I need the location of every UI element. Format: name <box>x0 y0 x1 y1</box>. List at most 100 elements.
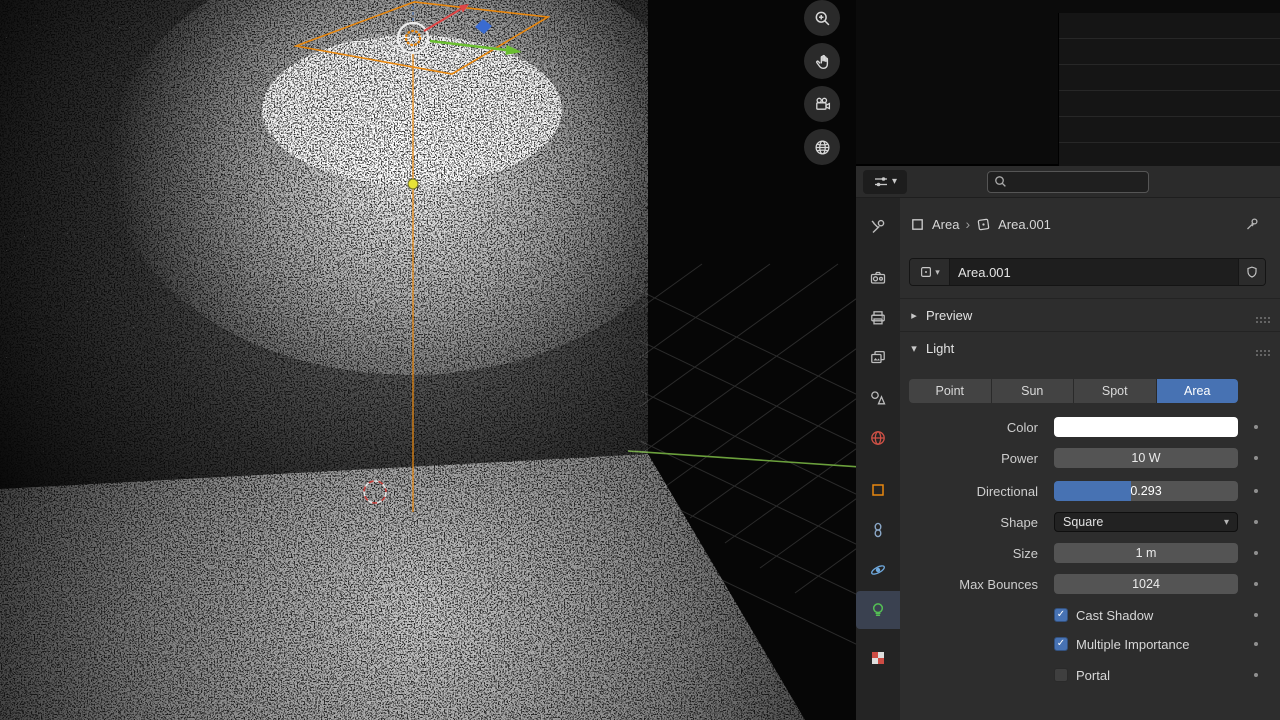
breadcrumb-data-label: Area.001 <box>998 217 1051 232</box>
props-tab-world[interactable] <box>856 419 900 457</box>
portal-checkbox[interactable]: ✓ <box>1054 668 1068 682</box>
panel-separator <box>900 331 1280 332</box>
outliner-panel[interactable] <box>856 0 1280 166</box>
preview-panel-header[interactable]: ▸ Preview <box>900 303 1280 328</box>
props-tab-render[interactable] <box>856 259 900 297</box>
object-orange-square-icon <box>869 481 887 499</box>
render-camera-icon <box>869 269 887 287</box>
directional-value: 0.293 <box>1054 481 1238 501</box>
scene-icon <box>869 389 887 407</box>
size-field[interactable]: 1 m <box>1054 543 1238 563</box>
props-tab-physics[interactable] <box>856 551 900 589</box>
expanded-arrow-icon: ▾ <box>908 342 920 355</box>
power-row: Power 10 W <box>908 447 1238 469</box>
3d-viewport[interactable] <box>0 0 856 720</box>
shape-dropdown[interactable]: Square ▾ <box>1054 512 1238 532</box>
properties-tab-strip <box>856 198 900 720</box>
zoom-button[interactable] <box>804 0 840 36</box>
fake-user-button[interactable] <box>1238 259 1265 285</box>
grip-dots-icon <box>1255 316 1271 324</box>
check-icon: ✓ <box>1057 639 1065 649</box>
constraints-chain-icon <box>869 521 887 539</box>
pan-button[interactable] <box>804 43 840 79</box>
world-globe-icon <box>869 429 887 447</box>
multiple-importance-checkbox[interactable]: ✓ <box>1054 637 1068 651</box>
props-tab-output[interactable] <box>856 299 900 337</box>
light-type-area[interactable]: Area <box>1156 379 1239 403</box>
props-tab-object[interactable] <box>856 471 900 509</box>
editor-type-button[interactable]: ▾ <box>863 170 907 194</box>
keyframe-dot[interactable] <box>1254 456 1258 460</box>
search-box[interactable] <box>987 171 1149 193</box>
viewport-scene <box>0 0 856 720</box>
color-row: Color <box>908 416 1238 438</box>
keyframe-dot[interactable] <box>1254 582 1258 586</box>
size-row: Size 1 m <box>908 542 1238 564</box>
panel-separator <box>900 298 1280 299</box>
search-input[interactable] <box>1012 175 1142 189</box>
datablock-type-button[interactable]: ▾ <box>910 259 950 285</box>
preview-panel-label: Preview <box>926 308 972 323</box>
outliner-empty-rows <box>1058 13 1280 177</box>
cast-shadow-label: Cast Shadow <box>1076 608 1153 623</box>
view-layer-icon <box>869 349 887 367</box>
grip-dots-icon <box>1255 349 1271 357</box>
properties-editor-icon <box>873 174 889 190</box>
breadcrumb-separator: › <box>965 216 970 232</box>
light-type-spot[interactable]: Spot <box>1073 379 1156 403</box>
collapsed-arrow-icon: ▸ <box>908 309 920 322</box>
datablock-name-input[interactable] <box>950 265 1238 280</box>
max-bounces-field[interactable]: 1024 <box>1054 574 1238 594</box>
directional-slider[interactable]: 0.293 <box>1054 481 1238 501</box>
light-target-dot <box>408 179 418 189</box>
pin-button[interactable] <box>1244 216 1260 235</box>
panel-grip-handle[interactable] <box>1255 312 1271 327</box>
view-toggle-button[interactable] <box>804 129 840 165</box>
keyframe-dot[interactable] <box>1254 425 1258 429</box>
shape-label: Shape <box>908 515 1046 530</box>
keyframe-dot[interactable] <box>1254 489 1258 493</box>
props-tab-texture[interactable] <box>856 639 900 677</box>
multiple-importance-row: ✓ Multiple Importance <box>908 633 1238 655</box>
pin-icon <box>1244 216 1260 232</box>
light-panel-header[interactable]: ▾ Light <box>900 336 1280 361</box>
props-tab-scene[interactable] <box>856 379 900 417</box>
camera-icon <box>814 96 831 113</box>
panel-grip-handle[interactable] <box>1255 345 1271 360</box>
keyframe-dot[interactable] <box>1254 551 1258 555</box>
props-tab-tool[interactable] <box>856 208 900 246</box>
properties-editor: ▾ <box>856 166 1280 720</box>
max-bounces-row: Max Bounces 1024 <box>908 573 1238 595</box>
cast-shadow-checkbox[interactable]: ✓ <box>1054 608 1068 622</box>
light-settings: Color Power 10 W Directional 0.293 <box>900 416 1280 686</box>
keyframe-dot[interactable] <box>1254 520 1258 524</box>
size-label: Size <box>908 546 1046 561</box>
light-type-sun[interactable]: Sun <box>991 379 1074 403</box>
grid-sphere-icon <box>814 139 831 156</box>
props-tab-constraints[interactable] <box>856 511 900 549</box>
hand-icon <box>814 53 831 70</box>
tool-icon <box>869 218 887 236</box>
light-type-tabs: Point Sun Spot Area <box>909 379 1238 403</box>
chevron-down-icon: ▾ <box>892 176 897 187</box>
light-type-point[interactable]: Point <box>909 379 991 403</box>
area-light-icon <box>919 265 933 279</box>
portal-label: Portal <box>1076 668 1110 683</box>
power-field[interactable]: 10 W <box>1054 448 1238 468</box>
light-panel-label: Light <box>926 341 954 356</box>
texture-checker-icon <box>869 649 887 667</box>
object-square-icon <box>910 217 925 232</box>
props-tab-view-layer[interactable] <box>856 339 900 377</box>
keyframe-dot[interactable] <box>1254 673 1258 677</box>
breadcrumb-object-label: Area <box>932 217 959 232</box>
color-label: Color <box>908 420 1046 435</box>
multiple-importance-label: Multiple Importance <box>1076 637 1189 652</box>
keyframe-dot[interactable] <box>1254 613 1258 617</box>
fake-user-shield-icon <box>1245 265 1259 279</box>
camera-view-button[interactable] <box>804 86 840 122</box>
keyframe-dot[interactable] <box>1254 642 1258 646</box>
props-tab-object-data[interactable] <box>856 591 900 629</box>
properties-content: Area › Area.001 <box>900 198 1280 720</box>
datablock-row: ▾ <box>909 258 1266 286</box>
color-swatch[interactable] <box>1054 417 1238 437</box>
